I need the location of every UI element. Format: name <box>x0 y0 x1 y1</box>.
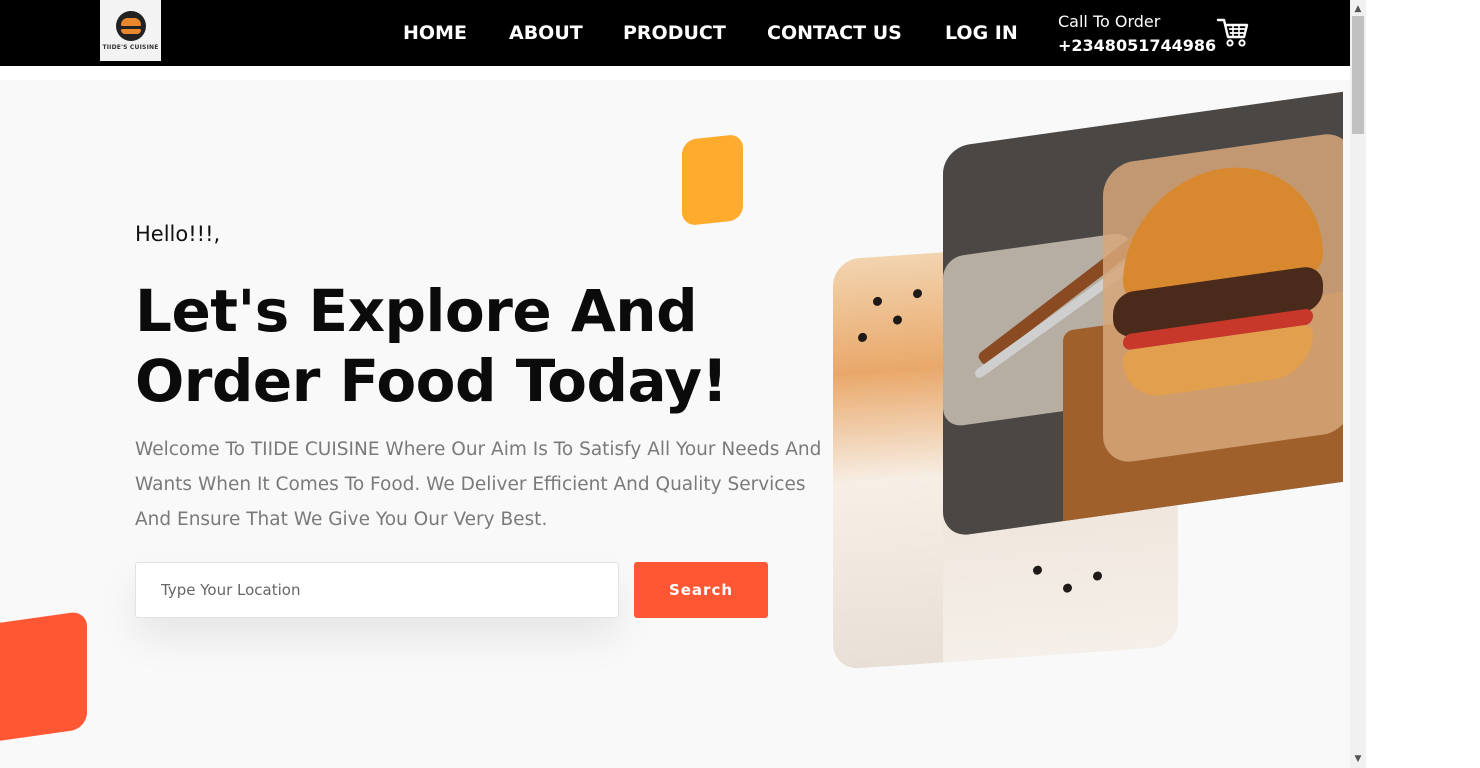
hero-headline-line-2: Order Food Today! <box>135 347 728 415</box>
scroll-down-arrow-icon[interactable]: ▼ <box>1350 752 1366 766</box>
decorative-red-shape <box>0 610 87 744</box>
hero-description: Welcome To TIIDE CUISINE Where Our Aim I… <box>135 439 822 530</box>
hero-headline: Let's Explore And Order Food Today! <box>135 276 735 416</box>
nav-link-product[interactable]: PRODUCT <box>623 21 726 45</box>
shopping-cart-icon[interactable] <box>1216 15 1250 49</box>
decorative-orange-shape <box>682 133 743 227</box>
scroll-up-arrow-icon[interactable]: ▲ <box>1350 2 1366 16</box>
nav-link-log-in[interactable]: LOG IN <box>945 21 1018 45</box>
top-navigation-bar: TIIDE'S CUISINE HOME ABOUT PRODUCT CONTA… <box>0 0 1350 66</box>
logo-text: TIIDE'S CUISINE <box>102 43 159 51</box>
location-search-box <box>135 562 619 618</box>
call-to-order: Call To Order +2348051744986 <box>1058 10 1216 58</box>
burger-logo-icon <box>115 10 146 41</box>
nav-link-about[interactable]: ABOUT <box>509 21 583 45</box>
hero-headline-line-1: Let's Explore And <box>135 277 698 345</box>
site-logo[interactable]: TIIDE'S CUISINE <box>100 0 161 61</box>
nav-link-contact-us[interactable]: CONTACT US <box>767 21 902 45</box>
scroll-thumb[interactable] <box>1352 16 1364 134</box>
hero-greeting: Hello!!!, <box>135 222 221 246</box>
call-to-order-label: Call To Order <box>1058 12 1161 31</box>
location-input[interactable] <box>136 563 618 617</box>
burger-photo <box>943 91 1343 539</box>
search-button[interactable]: Search <box>634 562 768 618</box>
nav-link-home[interactable]: HOME <box>403 21 467 45</box>
page-scrollbar[interactable]: ▲ ▼ <box>1350 0 1366 768</box>
phone-number[interactable]: +2348051744986 <box>1058 34 1216 58</box>
